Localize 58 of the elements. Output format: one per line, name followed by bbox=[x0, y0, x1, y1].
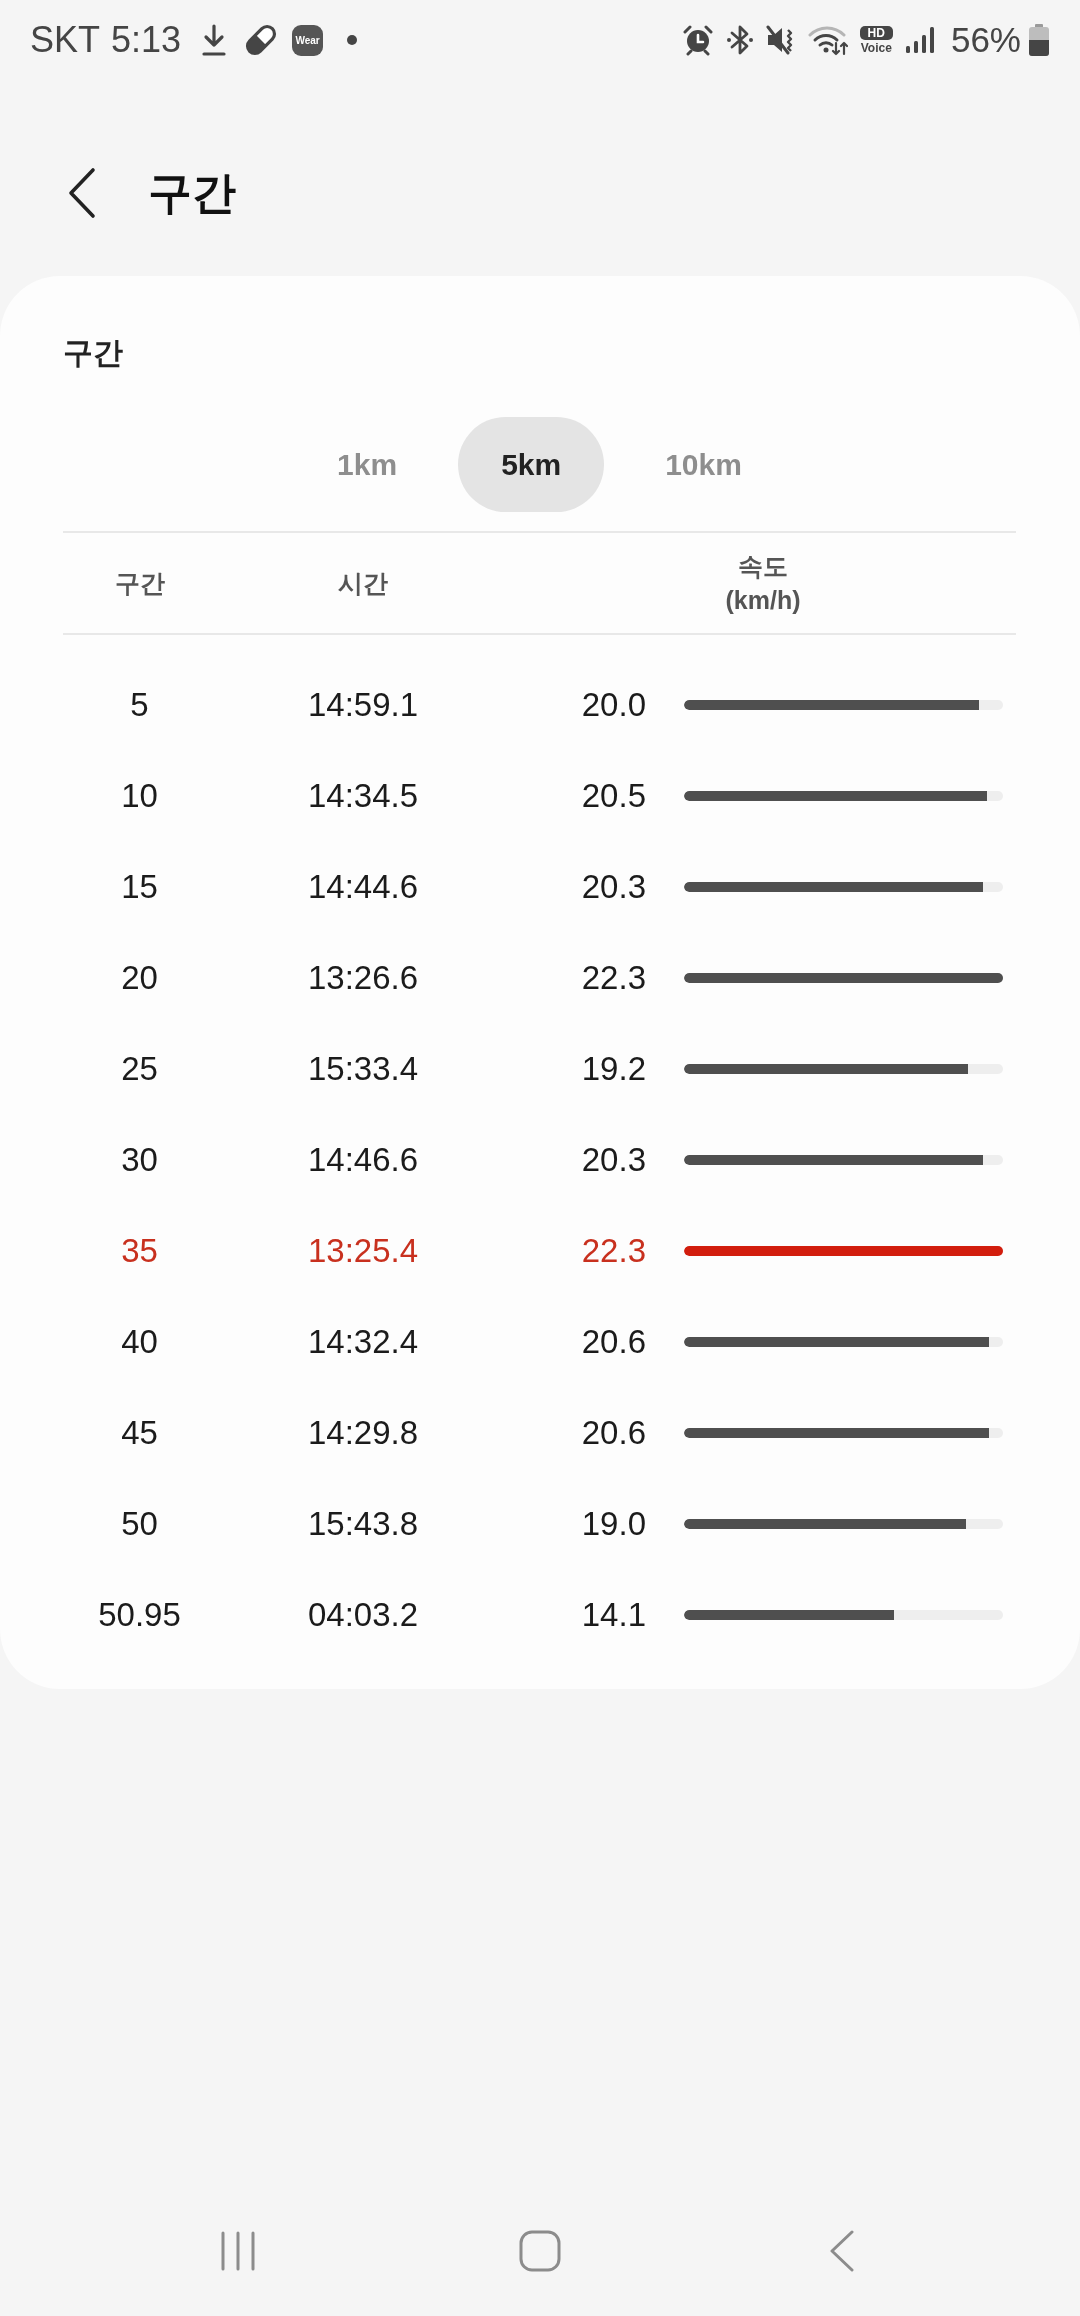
speed-value: 20.6 bbox=[581, 1322, 646, 1360]
split-time: 13:26.6 bbox=[307, 958, 419, 996]
back-icon[interactable] bbox=[68, 167, 96, 219]
voice-label: Voice bbox=[860, 42, 892, 54]
wifi-icon bbox=[807, 24, 848, 56]
speed-value: 20.0 bbox=[581, 685, 646, 723]
distance-tab[interactable]: 10km bbox=[622, 417, 785, 512]
split-time: 14:59.1 bbox=[307, 685, 419, 723]
bluetooth-icon bbox=[725, 24, 754, 56]
section-distance: 35 bbox=[121, 1231, 158, 1269]
alarm-clock-icon bbox=[681, 24, 714, 56]
clock-time: 5:13 bbox=[111, 19, 182, 61]
battery-icon bbox=[1028, 24, 1050, 56]
speed-value: 20.3 bbox=[581, 1140, 646, 1178]
speed-value: 19.2 bbox=[581, 1049, 646, 1087]
section-distance: 50 bbox=[121, 1504, 158, 1542]
split-time: 15:43.8 bbox=[307, 1504, 419, 1542]
home-icon[interactable] bbox=[519, 2230, 561, 2272]
recent-apps-icon[interactable] bbox=[220, 2231, 256, 2271]
split-time: 14:32.4 bbox=[307, 1322, 419, 1360]
speed-value: 14.1 bbox=[581, 1595, 646, 1633]
distance-tab[interactable]: 1km bbox=[294, 417, 441, 512]
column-header: 구간 bbox=[114, 568, 165, 599]
section-distance: 5 bbox=[130, 685, 149, 723]
speed-value: 20.3 bbox=[581, 867, 646, 905]
section-distance: 20 bbox=[121, 958, 158, 996]
split-time: 04:03.2 bbox=[307, 1595, 419, 1633]
download-icon bbox=[201, 24, 228, 56]
notification-dot-icon bbox=[347, 35, 358, 45]
speed-value: 22.3 bbox=[581, 1231, 646, 1269]
hd-badge: HD bbox=[859, 26, 893, 40]
split-time: 14:46.6 bbox=[307, 1140, 419, 1178]
section-distance: 40 bbox=[121, 1322, 158, 1360]
split-time: 13:25.4 bbox=[307, 1231, 419, 1269]
signal-bars-icon bbox=[904, 27, 935, 53]
section-distance: 25 bbox=[121, 1049, 158, 1087]
section-title: 구간 bbox=[63, 336, 123, 369]
column-header: 속도 bbox=[738, 551, 788, 582]
carrier-name: SKT bbox=[30, 19, 100, 61]
section-distance: 30 bbox=[121, 1140, 158, 1178]
split-time: 14:34.5 bbox=[307, 776, 419, 814]
distance-tab[interactable]: 5km bbox=[458, 417, 605, 512]
split-time: 15:33.4 bbox=[307, 1049, 419, 1087]
section-distance: 45 bbox=[121, 1413, 158, 1451]
page-title: 구간 bbox=[148, 166, 236, 219]
section-distance: 15 bbox=[121, 867, 158, 905]
speed-value: 20.6 bbox=[581, 1413, 646, 1451]
speed-value: 20.5 bbox=[581, 776, 646, 814]
split-time: 14:29.8 bbox=[307, 1413, 419, 1451]
section-distance: 10 bbox=[121, 776, 158, 814]
speed-value: 22.3 bbox=[581, 958, 646, 996]
speed-value: 19.0 bbox=[581, 1504, 646, 1542]
column-header: 시간 bbox=[338, 568, 388, 599]
split-time: 14:44.6 bbox=[307, 867, 419, 905]
unit-label: (km/h) bbox=[725, 585, 801, 616]
section-distance: 50.95 bbox=[98, 1595, 181, 1633]
battery-percent: 56% bbox=[950, 20, 1021, 60]
app-badge: Wear bbox=[292, 24, 324, 56]
